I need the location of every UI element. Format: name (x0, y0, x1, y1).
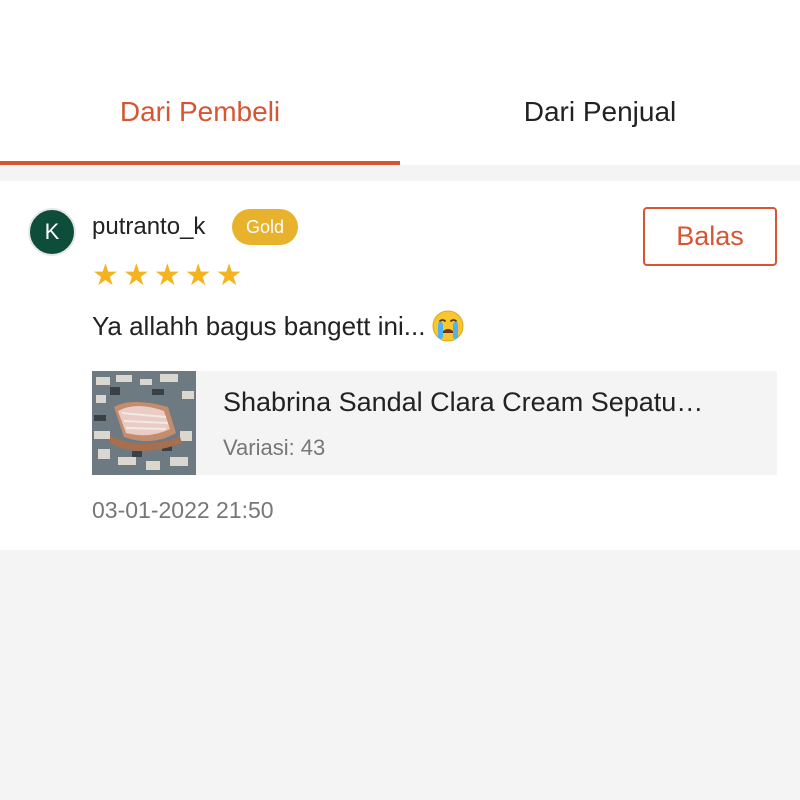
review-tabs: Dari Pembeli Dari Penjual (0, 80, 800, 165)
star-icon: ★ (184, 259, 212, 292)
product-thumbnail (92, 371, 196, 475)
product-info[interactable]: Shabrina Sandal Clara Cream Sepatu… Vari… (92, 371, 777, 475)
avatar-initial: K (44, 219, 60, 244)
star-icon: ★ (215, 259, 243, 292)
tab-label: Dari Pembeli (119, 96, 281, 127)
star-icon: ★ (122, 259, 150, 292)
star-icon: ★ (92, 259, 119, 292)
reply-button[interactable]: Balas (643, 207, 777, 266)
tab-label: Dari Penjual (523, 96, 677, 127)
review-text-row: Ya allahh bagus bangett ini... (92, 309, 465, 343)
tab-dari-pembeli[interactable]: Dari Pembeli (0, 80, 400, 165)
variant-value: 43 (300, 435, 326, 460)
tab-dari-penjual[interactable]: Dari Penjual (400, 80, 800, 165)
username: putranto_k (92, 213, 206, 240)
star-icon: ★ (153, 259, 181, 292)
star-rating: ★ ★ ★ ★ ★ (92, 261, 243, 291)
product-variant: Variasi: 43 (223, 435, 325, 461)
membership-badge: Gold (232, 209, 298, 245)
variant-label: Variasi: (223, 435, 295, 460)
review-text: Ya allahh bagus bangett ini... (92, 310, 426, 341)
crying-face-icon (432, 310, 464, 342)
product-name: Shabrina Sandal Clara Cream Sepatu… (223, 387, 704, 417)
active-tab-underline (0, 161, 400, 165)
review-card: K putranto_k Gold Balas ★ ★ ★ ★ ★ Ya all… (0, 181, 800, 550)
avatar[interactable]: K (28, 208, 76, 256)
review-date: 03-01-2022 21:50 (92, 497, 274, 523)
